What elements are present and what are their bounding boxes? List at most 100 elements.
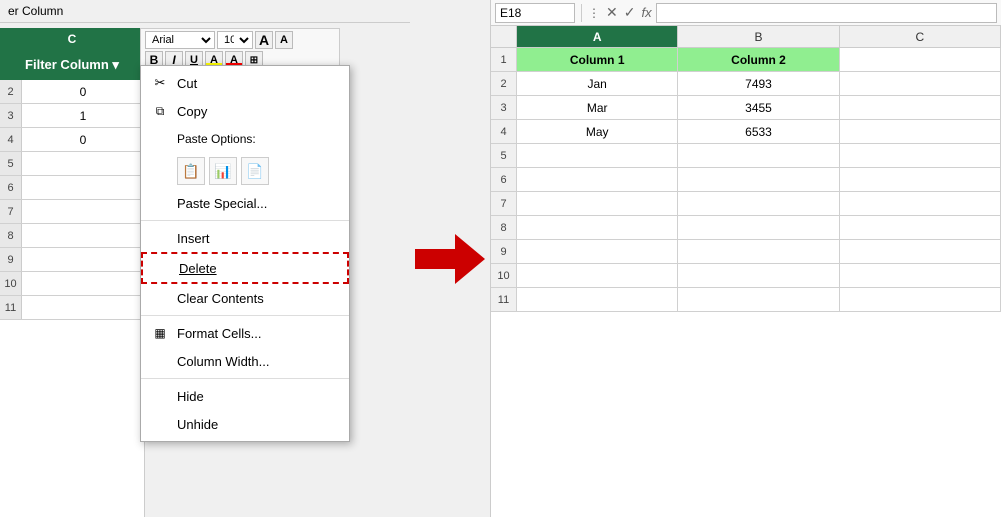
cell-b11[interactable] (678, 288, 839, 312)
decrease-font-button[interactable]: A (275, 31, 293, 49)
cell-a5[interactable] (517, 144, 678, 168)
cell-c11[interactable] (840, 288, 1001, 312)
row-num-10: 10 (491, 264, 517, 288)
cell-c9[interactable] (840, 240, 1001, 264)
menu-item-insert[interactable]: Insert (141, 224, 349, 252)
format-cells-icon: ▦ (149, 324, 171, 342)
cell-a3[interactable]: Mar (517, 96, 678, 120)
cell-b1[interactable]: Column 2 (678, 48, 839, 72)
paste-special-label: Paste Special... (177, 196, 337, 211)
right-panel: E18 ⋮ ✕ ✓ fx A B C 1 Column 1 Column 2 (490, 0, 1001, 517)
cell-a4[interactable]: May (517, 120, 678, 144)
hide-label: Hide (177, 389, 337, 404)
cell-a9[interactable] (517, 240, 678, 264)
paste-icon-3[interactable]: 📄 (241, 157, 269, 185)
column-width-icon (149, 352, 171, 370)
title-bar: er Column (0, 0, 410, 23)
cell-a10[interactable] (517, 264, 678, 288)
row-num-11: 11 (491, 288, 517, 312)
list-item: 8 (0, 224, 144, 248)
confirm-icon[interactable]: ✓ (624, 4, 636, 21)
name-box[interactable]: E18 (495, 3, 575, 23)
paste-header-icon (149, 130, 171, 148)
row-num-1: 1 (491, 48, 517, 72)
cell-c3[interactable] (840, 96, 1001, 120)
cell-b7[interactable] (678, 192, 839, 216)
increase-font-button[interactable]: A (255, 31, 273, 49)
menu-item-paste-options-header: Paste Options: (141, 125, 349, 153)
cut-label: Cut (177, 76, 337, 91)
menu-item-clear-contents[interactable]: Clear Contents (141, 284, 349, 312)
insert-label: Insert (177, 231, 337, 246)
left-panel: er Column C Filter Column ▾ 2 0 3 1 4 0 … (0, 0, 410, 517)
cell-c1[interactable] (840, 48, 1001, 72)
paste-icon-2[interactable]: 📊 (209, 157, 237, 185)
cell-b5[interactable] (678, 144, 839, 168)
copy-icon: ⧉ (149, 102, 171, 120)
cell-a1[interactable]: Column 1 (517, 48, 678, 72)
separator-1 (141, 220, 349, 221)
menu-item-copy[interactable]: ⧉ Copy (141, 97, 349, 125)
cell-a8[interactable] (517, 216, 678, 240)
cell-b4[interactable]: 6533 (678, 120, 839, 144)
cell-a2[interactable]: Jan (517, 72, 678, 96)
cell-a6[interactable] (517, 168, 678, 192)
menu-item-column-width[interactable]: Column Width... (141, 347, 349, 375)
function-icon[interactable]: fx (641, 5, 651, 20)
cell-c10[interactable] (840, 264, 1001, 288)
paste-options-label: Paste Options: (177, 132, 337, 146)
formula-input[interactable] (656, 3, 997, 23)
hide-icon (149, 387, 171, 405)
cell-b6[interactable] (678, 168, 839, 192)
col-header-c[interactable]: C (840, 26, 1001, 48)
spreadsheet-grid: A B C 1 Column 1 Column 2 2 Jan 7493 3 (491, 26, 1001, 517)
paste-options-row: 📋 📊 📄 (141, 153, 349, 189)
cancel-icon[interactable]: ✕ (606, 4, 618, 21)
format-cells-label: Format Cells... (177, 326, 337, 341)
formula-bar-separator (581, 4, 582, 22)
sheet-left-rows: 2 0 3 1 4 0 5 6 7 (0, 80, 144, 320)
unhide-icon (149, 415, 171, 433)
table-row: 9 (491, 240, 1001, 264)
cell-c8[interactable] (840, 216, 1001, 240)
paste-icon-1[interactable]: 📋 (177, 157, 205, 185)
list-item: 3 1 (0, 104, 144, 128)
list-item: 7 (0, 200, 144, 224)
direction-arrow (410, 0, 490, 517)
cell-b2[interactable]: 7493 (678, 72, 839, 96)
cell-b9[interactable] (678, 240, 839, 264)
cell-c2[interactable] (840, 72, 1001, 96)
table-row: 10 (491, 264, 1001, 288)
font-size-select[interactable]: 10 (217, 31, 253, 49)
cell-b3[interactable]: 3455 (678, 96, 839, 120)
arrow-head (455, 234, 485, 284)
menu-item-cut[interactable]: ✂ Cut (141, 69, 349, 97)
menu-item-delete[interactable]: Delete (141, 252, 349, 284)
cell-a11[interactable] (517, 288, 678, 312)
cell-a7[interactable] (517, 192, 678, 216)
font-name-select[interactable]: Arial (145, 31, 215, 49)
copy-label: Copy (177, 104, 337, 119)
menu-item-unhide[interactable]: Unhide (141, 410, 349, 438)
cell-c7[interactable] (840, 192, 1001, 216)
context-menu: ✂ Cut ⧉ Copy Paste Options: 📋 📊 📄 Paste … (140, 65, 350, 442)
cell-c5[interactable] (840, 144, 1001, 168)
menu-item-format-cells[interactable]: ▦ Format Cells... (141, 319, 349, 347)
row-num-7: 7 (491, 192, 517, 216)
dots-icon: ⋮ (588, 6, 600, 20)
cell-c6[interactable] (840, 168, 1001, 192)
col-header-b[interactable]: B (678, 26, 839, 48)
column-headers: A B C (491, 26, 1001, 48)
arrow-shape (415, 234, 485, 284)
cell-b10[interactable] (678, 264, 839, 288)
col-header-a[interactable]: A (517, 26, 678, 48)
row-num-5: 5 (491, 144, 517, 168)
cell-c4[interactable] (840, 120, 1001, 144)
table-row: 11 (491, 288, 1001, 312)
table-row: 4 May 6533 (491, 120, 1001, 144)
cell-b8[interactable] (678, 216, 839, 240)
menu-item-paste-special[interactable]: Paste Special... (141, 189, 349, 217)
title-text: er Column (8, 4, 63, 18)
table-row: 2 Jan 7493 (491, 72, 1001, 96)
menu-item-hide[interactable]: Hide (141, 382, 349, 410)
